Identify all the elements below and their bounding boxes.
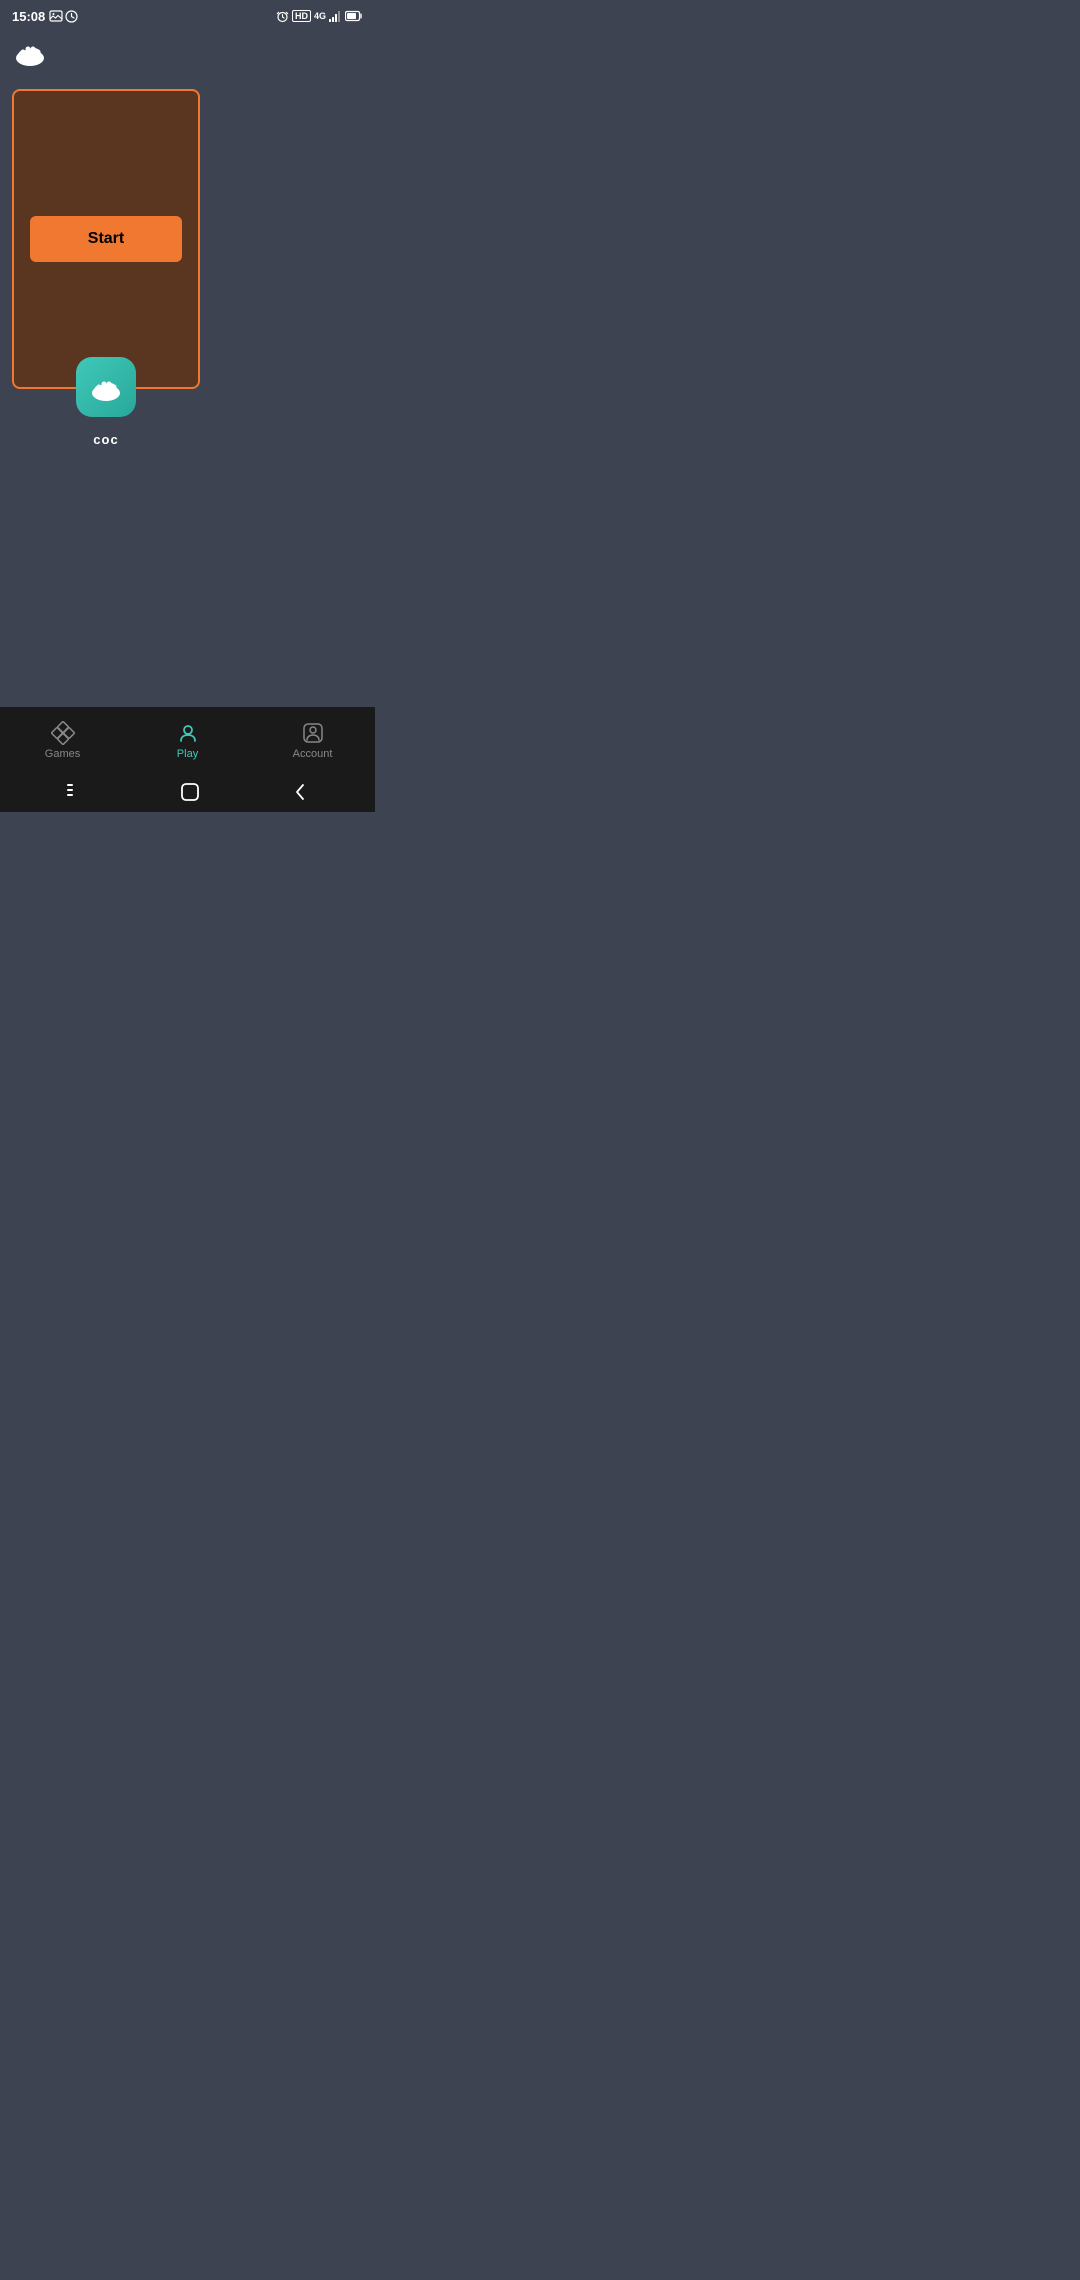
start-button[interactable]: Start xyxy=(30,216,182,262)
nav-item-account[interactable]: Account xyxy=(250,721,375,760)
nav-label-games: Games xyxy=(45,748,80,760)
nav-item-play[interactable]: Play xyxy=(125,721,250,760)
nav-item-games[interactable]: Games xyxy=(0,721,125,760)
nav-label-play: Play xyxy=(177,748,198,760)
status-bar: 15:08 HD 4G xyxy=(0,0,375,28)
game-label: coc xyxy=(93,432,118,447)
main-content: Start coc xyxy=(0,81,375,397)
nav-label-account: Account xyxy=(293,748,333,760)
status-time: 15:08 xyxy=(12,9,45,24)
paw-cloud-header-icon xyxy=(12,36,48,68)
status-icons xyxy=(49,10,78,23)
game-card: Start coc xyxy=(12,89,200,389)
signal-icon xyxy=(329,10,342,22)
alarm-icon xyxy=(276,10,289,23)
gesture-bar xyxy=(0,772,375,812)
account-icon xyxy=(301,721,325,745)
home-button[interactable] xyxy=(180,782,200,802)
games-icon xyxy=(51,721,75,745)
battery-icon xyxy=(345,10,363,22)
4g-badge: 4G xyxy=(314,11,326,21)
game-app-icon[interactable] xyxy=(76,357,136,417)
game-card-inner: Start xyxy=(30,111,182,367)
hd-badge: HD xyxy=(292,10,311,22)
recents-button[interactable] xyxy=(67,784,87,800)
clock-icon xyxy=(65,10,78,23)
status-right: HD 4G xyxy=(276,10,363,23)
back-button[interactable] xyxy=(293,783,309,801)
bottom-nav: Games Play Account xyxy=(0,707,375,772)
image-icon xyxy=(49,10,63,22)
status-left: 15:08 xyxy=(12,9,78,24)
app-header-icon xyxy=(0,28,375,81)
coc-paw-cloud-icon xyxy=(88,371,124,403)
play-icon xyxy=(176,721,200,745)
